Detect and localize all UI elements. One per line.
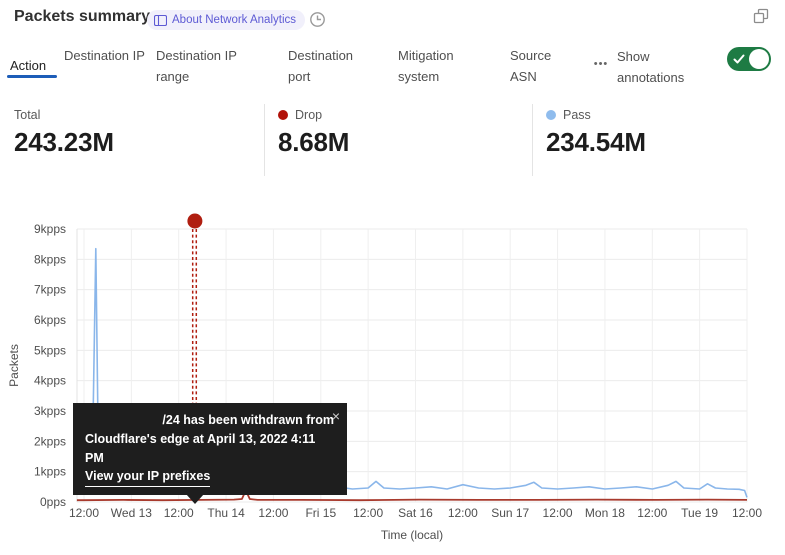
y-tick-label: 7kpps bbox=[34, 283, 66, 297]
x-tick-label: 12:00 bbox=[164, 506, 194, 520]
x-tick-label: Sun 17 bbox=[491, 506, 529, 520]
close-icon[interactable]: × bbox=[332, 406, 340, 427]
y-tick-label: 4kpps bbox=[34, 374, 66, 388]
x-tick-label: 12:00 bbox=[353, 506, 383, 520]
y-tick-label: 5kpps bbox=[34, 343, 66, 357]
annotation-tooltip: × /24 has been withdrawn from Cloudflare… bbox=[73, 403, 347, 495]
y-tick-label: 1kpps bbox=[34, 465, 66, 479]
x-tick-label: Sat 16 bbox=[398, 506, 433, 520]
y-tick-label: 0pps bbox=[40, 495, 66, 509]
x-tick-label: 12:00 bbox=[732, 506, 762, 520]
x-tick-label: Wed 13 bbox=[111, 506, 152, 520]
x-tick-label: Mon 18 bbox=[585, 506, 625, 520]
tooltip-line2: Cloudflare's edge at April 13, 2022 4:11… bbox=[85, 430, 335, 468]
view-ip-prefixes-link[interactable]: View your IP prefixes bbox=[85, 467, 210, 487]
x-tick-label: 12:00 bbox=[69, 506, 99, 520]
x-tick-label: Fri 15 bbox=[305, 506, 336, 520]
y-tick-label: 9kpps bbox=[34, 222, 66, 236]
x-tick-label: 12:00 bbox=[258, 506, 288, 520]
x-tick-label: 12:00 bbox=[637, 506, 667, 520]
tooltip-line1: /24 has been withdrawn from bbox=[85, 411, 335, 430]
y-tick-label: 8kpps bbox=[34, 252, 66, 266]
annotation-dot bbox=[187, 214, 202, 229]
x-axis-title: Time (local) bbox=[381, 528, 443, 542]
x-tick-label: Thu 14 bbox=[207, 506, 245, 520]
y-axis-title: Packets bbox=[7, 344, 21, 387]
y-tick-label: 2kpps bbox=[34, 434, 66, 448]
y-tick-label: 6kpps bbox=[34, 313, 66, 327]
x-tick-label: 12:00 bbox=[543, 506, 573, 520]
x-tick-label: 12:00 bbox=[448, 506, 478, 520]
x-tick-label: Tue 19 bbox=[681, 506, 718, 520]
y-tick-label: 3kpps bbox=[34, 404, 66, 418]
